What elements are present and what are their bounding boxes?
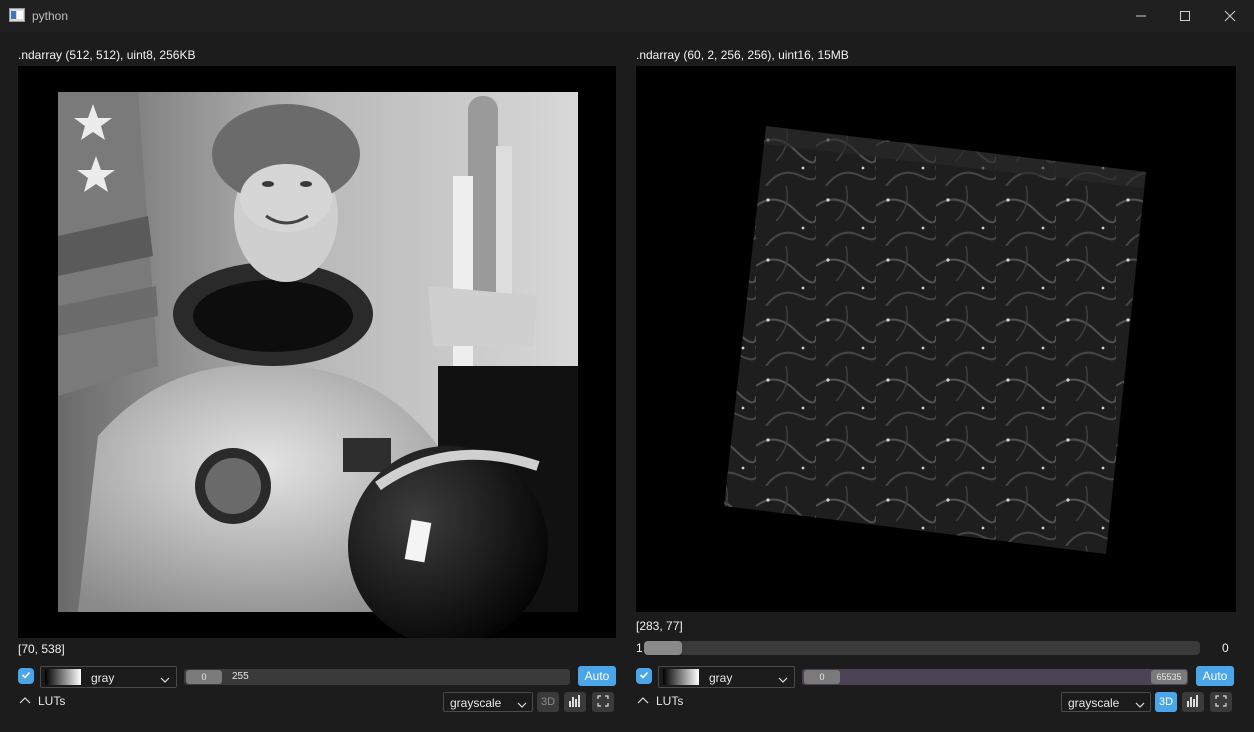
- app-icon: [9, 8, 25, 22]
- channel-mode-select[interactable]: grayscale: [443, 692, 533, 712]
- clim-min-handle[interactable]: 0: [804, 670, 840, 684]
- clim-max-handle[interactable]: 65535: [1151, 670, 1187, 684]
- chevron-up-icon: [636, 694, 650, 708]
- toggle-3d-button[interactable]: 3D: [537, 692, 559, 712]
- chevron-down-icon: [517, 698, 527, 712]
- close-icon: [1224, 10, 1236, 22]
- channel-mode-value: grayscale: [450, 696, 502, 710]
- chevron-down-icon: [778, 673, 788, 687]
- image-canvas[interactable]: [636, 66, 1236, 612]
- dimension-slider-handle[interactable]: [644, 641, 682, 655]
- clim-min-handle[interactable]: 0: [186, 670, 222, 684]
- channel-mode-value: grayscale: [1068, 696, 1120, 710]
- chevron-up-icon: [18, 694, 32, 708]
- microscopy-image: [724, 126, 1146, 554]
- reset-view-button[interactable]: [1210, 692, 1232, 712]
- check-icon: [639, 669, 649, 683]
- cursor-coords: [70, 538]: [18, 642, 65, 656]
- window-title: python: [32, 9, 69, 23]
- channel-mode-select[interactable]: grayscale: [1061, 692, 1151, 712]
- luts-label: LUTs: [38, 694, 66, 708]
- colormap-combobox[interactable]: gray: [40, 666, 177, 688]
- colormap-swatch: [663, 669, 699, 685]
- luts-toggle[interactable]: LUTs: [636, 694, 683, 708]
- histogram-button[interactable]: [564, 692, 586, 712]
- contrast-range-fill: [802, 669, 1188, 685]
- cursor-coords: [283, 77]: [636, 619, 683, 633]
- minimize-button[interactable]: [1118, 0, 1164, 32]
- colormap-name: gray: [709, 671, 733, 685]
- maximize-icon: [1179, 10, 1191, 22]
- minimize-icon: [1135, 10, 1147, 22]
- astronaut-image: [58, 92, 578, 638]
- chevron-down-icon: [160, 673, 170, 687]
- fullscreen-icon: [597, 694, 609, 710]
- channel-visible-checkbox[interactable]: [18, 668, 34, 684]
- right-viewer-pane: .ndarray (60, 2, 256, 256), uint16, 15MB…: [636, 36, 1236, 726]
- luts-toggle[interactable]: LUTs: [18, 694, 65, 708]
- colormap-combobox[interactable]: gray: [658, 666, 795, 688]
- clim-max-label: 255: [232, 671, 249, 682]
- dim-value-label: 0: [1222, 641, 1229, 655]
- check-icon: [21, 669, 31, 683]
- auto-contrast-button[interactable]: Auto: [578, 666, 616, 686]
- left-viewer-pane: .ndarray (512, 512), uint8, 256KB [70, 5…: [18, 36, 618, 726]
- dim-index-label: 1: [636, 641, 643, 655]
- contrast-range-slider[interactable]: 0 65535: [802, 669, 1188, 685]
- image-canvas[interactable]: [18, 66, 616, 638]
- maximize-button[interactable]: [1162, 0, 1208, 32]
- toggle-3d-button[interactable]: 3D: [1155, 692, 1177, 712]
- title-bar: python: [0, 0, 1254, 32]
- histogram-icon: [1186, 694, 1200, 710]
- contrast-range-slider[interactable]: 0 255: [184, 669, 570, 685]
- channel-visible-checkbox[interactable]: [636, 668, 652, 684]
- array-info-label: .ndarray (512, 512), uint8, 256KB: [18, 48, 196, 62]
- dimension-slider[interactable]: [644, 641, 1200, 655]
- fullscreen-icon: [1215, 694, 1227, 710]
- auto-contrast-button[interactable]: Auto: [1196, 666, 1234, 686]
- colormap-swatch: [45, 669, 81, 685]
- array-info-label: .ndarray (60, 2, 256, 256), uint16, 15MB: [636, 48, 849, 62]
- close-button[interactable]: [1207, 0, 1253, 32]
- luts-label: LUTs: [656, 694, 684, 708]
- chevron-down-icon: [1135, 698, 1145, 712]
- histogram-icon: [568, 694, 582, 710]
- colormap-name: gray: [91, 671, 115, 685]
- histogram-button[interactable]: [1182, 692, 1204, 712]
- reset-view-button[interactable]: [592, 692, 614, 712]
